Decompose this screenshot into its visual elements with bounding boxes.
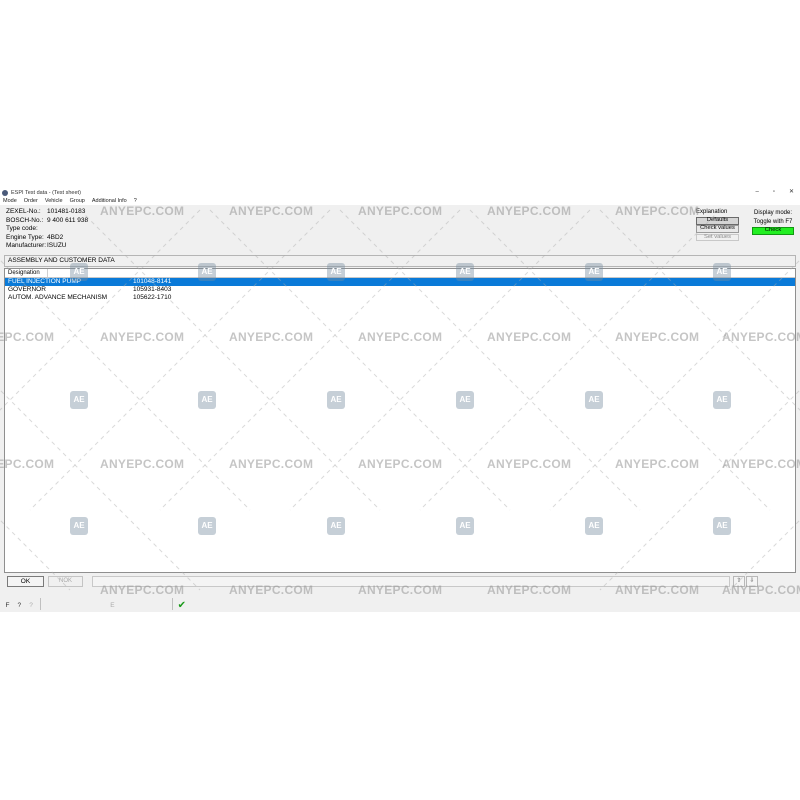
info-label: ZEXEL-No.: <box>6 208 41 215</box>
menu-order[interactable]: Order <box>24 198 38 204</box>
list-header: Designation <box>5 269 795 278</box>
menu-bar: Mode Order Vehicle Group Additional Info… <box>0 197 800 205</box>
item-name: FUEL INJECTION PUMP <box>8 277 82 285</box>
info-row-engine-type: Engine Type: 4BD2 <box>6 234 88 243</box>
explanation-panel: Explanation Defaults Check values Set va… <box>696 209 742 245</box>
window-controls: – ▫ ✕ <box>755 188 794 197</box>
info-row-zexel: ZEXEL-No.: 101481-0183 <box>6 208 88 217</box>
display-mode-caption: Display mode: <box>753 210 792 216</box>
menu-vehicle[interactable]: Vehicle <box>45 198 63 204</box>
bottom-bar: OK NOK ⇧ ⇩ <box>0 574 800 596</box>
item-name: AUTOM. ADVANCE MECHANISM <box>8 293 108 301</box>
arrow-up-icon[interactable]: ⇧ <box>733 576 745 587</box>
list-item[interactable]: GOVERNOR 105931-8403 <box>5 286 795 294</box>
toolbar: F ? ? E ✔ <box>0 596 800 612</box>
test-data-window: ESPI Test data - (Test sheet) – ▫ ✕ Mode… <box>0 188 800 612</box>
display-mode-panel: Display mode: Toggle with F7 Check <box>750 209 796 235</box>
tool-icon[interactable] <box>68 598 79 611</box>
minimize-icon[interactable]: – <box>755 188 758 197</box>
info-value: ISUZU <box>47 242 67 250</box>
help-icon[interactable]: ? <box>14 598 25 611</box>
context-help-icon[interactable]: ? <box>26 598 37 611</box>
close-icon[interactable]: ✕ <box>789 188 794 197</box>
message-field <box>92 576 730 587</box>
toggle-hint: Toggle with F7 <box>753 218 793 225</box>
info-value: 9 400 611 938 <box>47 216 89 224</box>
tool-icon[interactable] <box>80 598 91 611</box>
defaults-button[interactable]: Defaults <box>696 217 739 225</box>
info-row-bosch: BOSCH-No.: 9 400 611 938 <box>6 217 88 226</box>
tool-icon[interactable] <box>56 598 67 611</box>
explanation-caption: Explanation <box>696 209 728 215</box>
tool-icon[interactable] <box>122 598 133 611</box>
tool-icon[interactable] <box>134 598 145 611</box>
nok-button[interactable]: NOK <box>48 576 83 587</box>
confirm-check-icon[interactable]: ✔ <box>176 598 187 611</box>
info-value: 4BD2 <box>47 233 64 241</box>
item-name: GOVERNOR <box>8 285 46 293</box>
title-bar: ESPI Test data - (Test sheet) – ▫ ✕ <box>0 188 800 197</box>
info-row-manufacturer: Manufacturer: ISUZU <box>6 242 88 251</box>
info-label: Manufacturer: <box>6 242 47 250</box>
menu-mode[interactable]: Mode <box>3 198 17 204</box>
item-value: 105931-8403 <box>133 285 172 293</box>
arrow-down-icon[interactable]: ⇩ <box>746 576 758 587</box>
tool-icon[interactable] <box>44 598 55 611</box>
menu-additional-info[interactable]: Additional Info <box>92 198 127 204</box>
list-item[interactable]: AUTOM. ADVANCE MECHANISM 105622-1710 <box>5 294 795 302</box>
tool-icon[interactable] <box>92 598 103 611</box>
menu-group[interactable]: Group <box>70 198 85 204</box>
pump-info: ZEXEL-No.: 101481-0183 BOSCH-No.: 9 400 … <box>6 208 88 251</box>
list-item[interactable]: FUEL INJECTION PUMP 101048-8141 <box>5 277 795 286</box>
tool-icon[interactable] <box>146 598 157 611</box>
info-value: 101481-0183 <box>47 208 86 215</box>
tool-icon[interactable] <box>158 598 169 611</box>
toolbar-divider <box>40 598 42 610</box>
info-label: Engine Type: <box>6 233 44 241</box>
info-label: BOSCH-No.: <box>6 216 44 224</box>
edit-icon[interactable]: E <box>103 598 121 611</box>
check-mode-button[interactable]: Check <box>752 227 794 235</box>
item-value: 105622-1710 <box>133 293 172 301</box>
app-icon <box>2 189 8 196</box>
info-label: Type code: <box>6 225 38 233</box>
window-title: ESPI Test data - (Test sheet) <box>11 189 81 196</box>
ok-button[interactable]: OK <box>7 576 44 587</box>
info-row-type-code: Type code: <box>6 225 88 234</box>
column-header-designation[interactable]: Designation <box>8 269 48 277</box>
section-title: ASSEMBLY AND CUSTOMER DATA <box>4 255 796 267</box>
check-values-button[interactable]: Check values <box>696 225 739 233</box>
set-values-button[interactable]: Set values <box>696 233 739 242</box>
designation-list[interactable]: Designation FUEL INJECTION PUMP 101048-8… <box>4 268 796 573</box>
menu-help[interactable]: ? <box>134 198 137 204</box>
maximize-icon[interactable]: ▫ <box>773 188 775 197</box>
item-value: 101048-8141 <box>133 277 172 285</box>
toolbar-divider <box>172 598 174 610</box>
function-icon[interactable]: F <box>2 598 13 611</box>
